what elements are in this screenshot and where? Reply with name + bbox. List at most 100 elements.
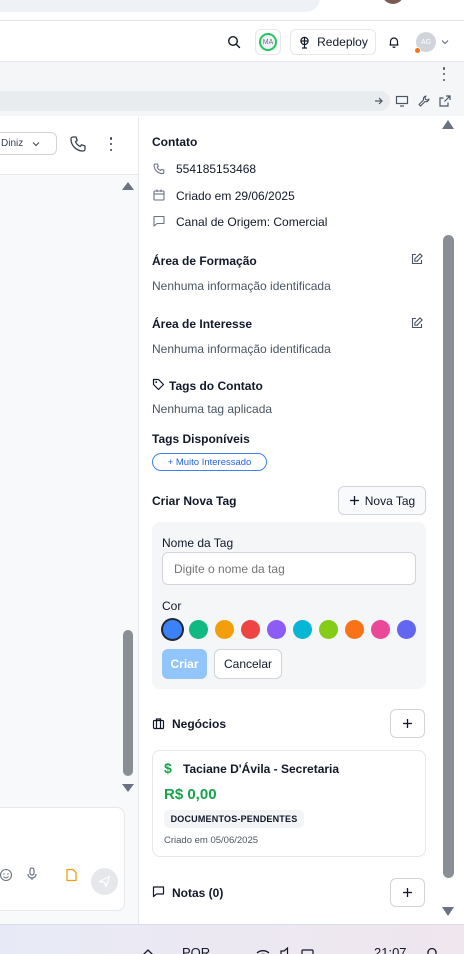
cancel-button[interactable]: Cancelar <box>214 649 282 679</box>
bell-icon <box>389 37 399 48</box>
chat-panel: Diniz <box>0 117 139 924</box>
phone-icon[interactable] <box>68 134 88 154</box>
deal-created-date: Criado em 05/06/2025 <box>164 835 259 846</box>
monitor-icon[interactable] <box>395 94 409 108</box>
file-icon[interactable] <box>65 868 78 882</box>
color-swatch[interactable] <box>189 620 208 639</box>
redeploy-label: Redeploy <box>317 35 368 49</box>
redeploy-icon <box>300 36 309 49</box>
tag-name-input[interactable] <box>162 552 416 585</box>
calendar-icon <box>153 189 165 201</box>
avatar: AG <box>414 32 436 54</box>
scrollbar-thumb[interactable] <box>123 630 133 776</box>
formacao-value: Nenhuma informação identificada <box>152 279 331 293</box>
phone-icon <box>153 163 165 175</box>
user-avatar-button[interactable]: MA <box>255 29 281 55</box>
notes-title: Notas (0) <box>172 886 224 900</box>
app-header: MA Redeploy AG <box>0 21 464 61</box>
search-icon <box>227 35 241 49</box>
speaker-icon[interactable] <box>278 945 294 954</box>
wifi-icon[interactable] <box>255 945 271 954</box>
briefcase-icon <box>152 718 165 730</box>
redeploy-button[interactable]: Redeploy <box>290 29 376 55</box>
url-field[interactable] <box>0 91 390 111</box>
notifications-button[interactable] <box>383 29 405 55</box>
browser-tab-strip <box>0 0 464 20</box>
profile-avatar[interactable] <box>382 0 404 4</box>
send-icon <box>98 875 111 888</box>
scroll-down-arrow[interactable] <box>122 784 134 792</box>
arrow-right-icon[interactable] <box>372 94 386 108</box>
secondary-toolbar <box>0 61 464 86</box>
scroll-down-arrow[interactable] <box>442 907 454 916</box>
interesse-title: Área de Interesse <box>152 317 253 331</box>
os-taskbar: POR 21:07 <box>0 924 464 954</box>
color-swatch[interactable] <box>293 620 312 639</box>
tags-title: Tags do Contato <box>169 379 263 393</box>
color-swatch[interactable] <box>215 620 234 639</box>
wrench-icon[interactable] <box>417 94 431 108</box>
chevron-up-icon[interactable] <box>140 945 156 954</box>
battery-icon[interactable] <box>300 945 316 954</box>
scroll-up-arrow[interactable] <box>442 120 454 129</box>
deal-value: R$ 0,00 <box>164 786 217 803</box>
deal-stage-badge: DOCUMENTOS-PENDENTES <box>164 810 304 828</box>
preview-url-bar <box>0 86 464 116</box>
message-square-icon <box>153 215 165 227</box>
contact-origin: Canal de Origem: Comercial <box>176 215 328 229</box>
add-note-button[interactable] <box>390 878 425 907</box>
message-square-icon <box>152 886 165 898</box>
color-swatch[interactable] <box>371 620 390 639</box>
edit-icon[interactable] <box>410 316 424 330</box>
notification-bell-icon[interactable] <box>424 945 440 954</box>
search-button[interactable] <box>222 29 246 55</box>
color-swatch[interactable] <box>241 620 260 639</box>
tags-empty: Nenhuma tag aplicada <box>152 402 273 416</box>
contact-section-title: Contato <box>152 135 198 149</box>
status-dot <box>414 47 421 54</box>
chat-more-icon[interactable] <box>106 137 116 151</box>
scrollbar-thumb[interactable] <box>443 235 454 878</box>
color-swatch[interactable] <box>397 620 416 639</box>
external-link-icon[interactable] <box>438 94 452 108</box>
create-tag-button[interactable]: Criar <box>162 649 207 679</box>
create-tag-title: Criar Nova Tag <box>152 494 237 508</box>
new-tag-label: Nova Tag <box>364 493 416 508</box>
browser-tab[interactable] <box>0 0 320 12</box>
plus-icon <box>403 719 412 728</box>
new-tag-button[interactable]: Nova Tag <box>338 486 426 515</box>
edit-icon[interactable] <box>410 252 424 266</box>
color-swatch[interactable] <box>345 620 364 639</box>
avatar-initials: AG <box>420 38 432 46</box>
plus-icon <box>349 496 359 505</box>
tag-icon <box>152 378 165 391</box>
language-indicator[interactable]: POR <box>182 945 210 954</box>
color-swatch[interactable] <box>267 620 286 639</box>
more-options-icon[interactable] <box>438 67 450 81</box>
available-tag-chip[interactable]: + Muito Interessado <box>152 453 267 471</box>
message-composer[interactable] <box>0 807 125 911</box>
account-menu[interactable]: AG <box>414 29 451 55</box>
avatar: MA <box>259 33 277 51</box>
color-swatch[interactable] <box>319 620 338 639</box>
microphone-icon[interactable] <box>25 866 39 882</box>
deal-title: Taciane D'Ávila - Secretaria <box>183 762 340 776</box>
tag-name-label: Nome da Tag <box>162 536 234 550</box>
business-title: Negócios <box>172 717 227 731</box>
contact-created-date: Criado em 29/06/2025 <box>176 189 295 203</box>
emoji-icon[interactable] <box>0 868 13 882</box>
agent-select-value: Diniz <box>1 138 24 149</box>
formacao-title: Área de Formação <box>152 254 257 268</box>
send-button[interactable] <box>91 868 118 895</box>
chevron-down-icon <box>32 141 40 146</box>
clock-time[interactable]: 21:07 <box>374 945 407 954</box>
chat-header: Diniz <box>0 117 138 175</box>
color-swatch[interactable] <box>163 620 182 639</box>
contact-phone: 554185153468 <box>176 162 257 176</box>
agent-select[interactable]: Diniz <box>0 132 57 155</box>
add-business-button[interactable] <box>390 709 425 738</box>
plus-icon <box>403 888 412 897</box>
chevron-down-icon <box>441 40 449 45</box>
scroll-up-arrow[interactable] <box>122 182 134 190</box>
dollar-icon: $ <box>164 760 172 776</box>
